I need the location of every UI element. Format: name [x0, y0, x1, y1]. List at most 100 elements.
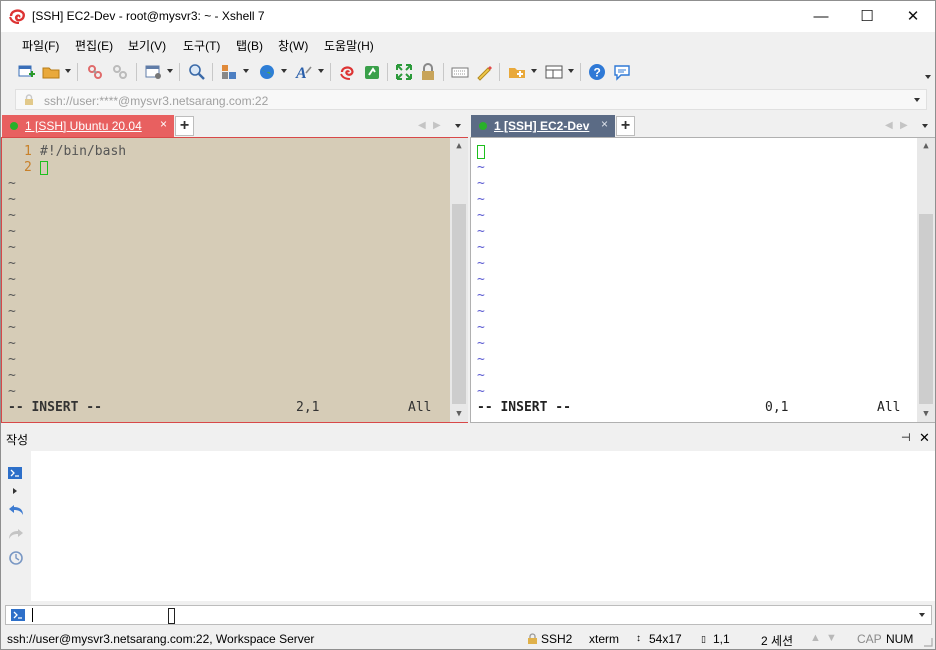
toolbar-separator: [212, 63, 213, 81]
vertical-scrollbar[interactable]: ▲ ▼: [450, 138, 468, 422]
undo-icon[interactable]: [8, 503, 24, 517]
plus-icon: +: [179, 117, 190, 134]
compose-text-area[interactable]: [1, 451, 935, 601]
compose-input-bar[interactable]: [5, 605, 932, 625]
font-icon[interactable]: A: [295, 63, 313, 81]
chevron-down-icon[interactable]: [167, 69, 173, 73]
terminal-pane-ubuntu[interactable]: 1 #!/bin/bash 2 ~ ~ ~ ~ ~ ~ ~ ~ ~ ~ ~ ~ ~ ~ -- INSERT…: [1, 137, 468, 423]
tab-prev-icon[interactable]: ◀: [418, 120, 426, 131]
session-up-icon[interactable]: ▲: [810, 632, 821, 644]
tilde-line: ~: [477, 240, 485, 255]
vim-mode-indicator: -- INSERT --: [477, 400, 571, 415]
redo-icon[interactable]: [8, 527, 24, 541]
menu-help[interactable]: 도움말(H): [324, 37, 374, 54]
tab-close-icon[interactable]: ×: [160, 117, 167, 131]
search-icon[interactable]: [188, 63, 206, 81]
layout-icon[interactable]: [220, 63, 238, 81]
open-folder-icon[interactable]: [42, 63, 60, 81]
scrollbar-thumb[interactable]: [919, 214, 933, 404]
tab-next-icon[interactable]: ▶: [433, 120, 441, 131]
tilde-line: ~: [477, 160, 485, 175]
tab-next-icon[interactable]: ▶: [900, 120, 908, 131]
address-bar[interactable]: ssh://user:****@mysvr3.netsarang.com:22: [15, 89, 927, 110]
new-tab-button[interactable]: +: [616, 116, 635, 136]
disconnect-icon[interactable]: [111, 63, 129, 81]
line-number: 1: [24, 144, 32, 159]
address-input[interactable]: ssh://user:****@mysvr3.netsarang.com:22: [44, 94, 268, 108]
terminal-icon: [11, 609, 25, 621]
tilde-line: ~: [8, 240, 16, 255]
menu-file[interactable]: 파일(F): [22, 37, 59, 54]
chevron-down-icon[interactable]: [318, 69, 324, 73]
chat-icon[interactable]: [613, 63, 631, 81]
chevron-down-icon[interactable]: [281, 69, 287, 73]
xshell-icon[interactable]: [339, 63, 357, 81]
tab-close-icon[interactable]: ×: [601, 117, 608, 131]
chevron-down-icon[interactable]: [243, 69, 249, 73]
terminal-pane-ec2-dev[interactable]: ~ ~ ~ ~ ~ ~ ~ ~ ~ ~ ~ ~ ~ ~ ~ -- INSERT -- 0,1 All ▲ ▼: [470, 137, 935, 423]
scroll-down-icon[interactable]: ▼: [917, 406, 935, 422]
cursor-position: 2,1: [296, 400, 320, 415]
tab-list-icon[interactable]: [922, 124, 928, 128]
tab-ubuntu[interactable]: 1 [SSH] Ubuntu 20.04 ×: [2, 115, 174, 137]
toolbar-separator: [179, 63, 180, 81]
scroll-up-icon[interactable]: ▲: [917, 138, 935, 154]
maximize-icon: ☐: [860, 8, 874, 25]
scrollbar-thumb[interactable]: [452, 204, 466, 404]
toolbar-separator: [499, 63, 500, 81]
chevron-down-icon[interactable]: [65, 69, 71, 73]
maximize-button[interactable]: ☐: [844, 1, 890, 31]
new-session-icon[interactable]: [17, 63, 35, 81]
left-tab-strip: 1 [SSH] Ubuntu 20.04 × + ◀ ▶: [1, 115, 468, 137]
session-properties-icon[interactable]: [145, 63, 163, 81]
close-icon: ✕: [906, 8, 920, 25]
tab-label: 1 [SSH] Ubuntu 20.04: [25, 119, 142, 133]
menu-edit[interactable]: 편집(E): [75, 37, 113, 54]
resize-grip-icon[interactable]: [921, 635, 933, 647]
fullscreen-icon[interactable]: [395, 63, 413, 81]
vertical-scrollbar[interactable]: ▲ ▼: [917, 138, 935, 422]
tab-list-icon[interactable]: [455, 124, 461, 128]
toolbar-separator: [580, 63, 581, 81]
status-terminal-size: 54x17: [649, 632, 682, 646]
chevron-right-icon[interactable]: [13, 488, 17, 494]
globe-icon[interactable]: [258, 63, 276, 81]
chevron-down-icon[interactable]: [568, 69, 574, 73]
help-icon[interactable]: ?: [588, 63, 606, 81]
add-folder-icon[interactable]: [508, 63, 526, 81]
menu-tools[interactable]: 도구(T): [183, 37, 220, 54]
tilde-line: ~: [477, 176, 485, 191]
minimize-button[interactable]: —: [798, 1, 844, 31]
tab-prev-icon[interactable]: ◀: [885, 120, 893, 131]
xftp-icon[interactable]: [363, 63, 381, 81]
scroll-up-icon[interactable]: ▲: [450, 138, 468, 154]
connect-icon[interactable]: [86, 63, 104, 81]
session-down-icon[interactable]: ▼: [826, 632, 837, 644]
menu-window[interactable]: 창(W): [278, 37, 308, 54]
tilde-line: ~: [477, 272, 485, 287]
history-icon[interactable]: [8, 550, 24, 566]
tab-ec2-dev[interactable]: 1 [SSH] EC2-Dev ×: [471, 115, 615, 137]
pin-icon[interactable]: ⊣: [901, 431, 911, 444]
highlight-icon[interactable]: [475, 63, 493, 81]
close-button[interactable]: ✕: [890, 1, 936, 31]
tilde-line: ~: [477, 288, 485, 303]
close-icon[interactable]: ✕: [919, 430, 930, 446]
tab-layout-icon[interactable]: [545, 63, 563, 81]
new-tab-button[interactable]: +: [175, 116, 194, 136]
terminal-icon[interactable]: [8, 467, 22, 479]
lock-icon: [528, 633, 537, 644]
title-bar: [SSH] EC2-Dev - root@mysvr3: ~ - Xshell …: [1, 1, 935, 32]
menu-view[interactable]: 보기(V): [128, 37, 166, 54]
chevron-down-icon[interactable]: [919, 613, 925, 617]
keyboard-icon[interactable]: [451, 63, 469, 81]
menu-tab[interactable]: 탭(B): [236, 37, 263, 54]
chevron-down-icon[interactable]: [531, 69, 537, 73]
toolbar-overflow-icon[interactable]: [925, 75, 931, 79]
lock-icon[interactable]: [419, 63, 437, 81]
scroll-down-icon[interactable]: ▼: [450, 406, 468, 422]
code-line: #!/bin/bash: [40, 144, 127, 159]
toolbar: A ?: [1, 57, 935, 87]
xshell-logo-icon: [9, 9, 25, 24]
chevron-down-icon[interactable]: [914, 98, 920, 102]
